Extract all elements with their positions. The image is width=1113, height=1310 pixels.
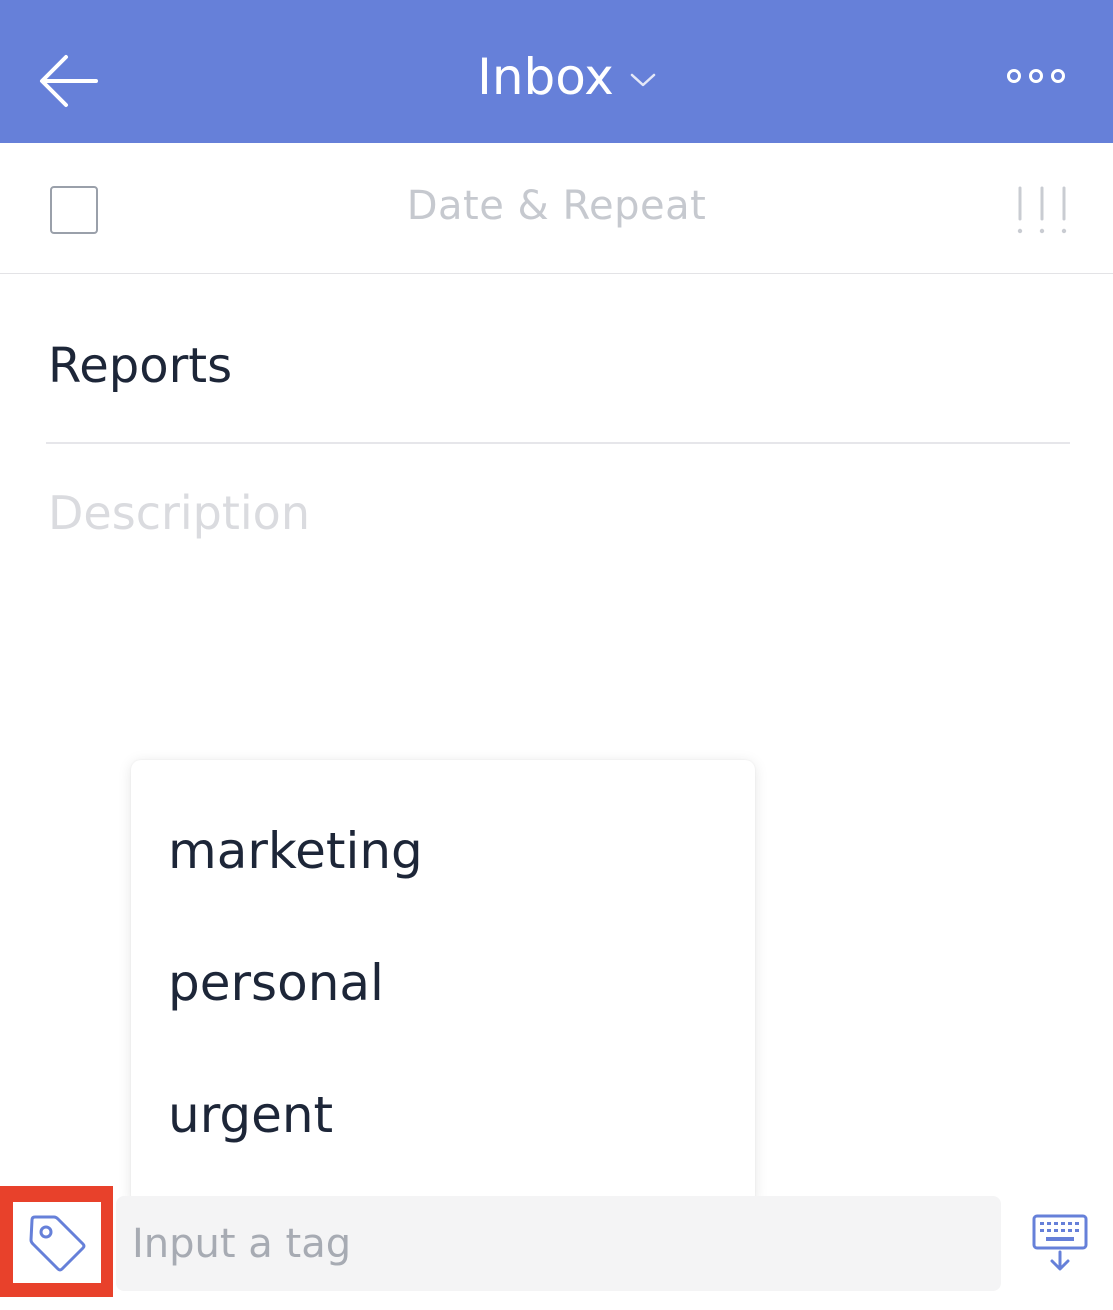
list-selector[interactable]: Inbox xyxy=(0,44,1113,110)
title-divider xyxy=(46,442,1070,444)
chevron-down-icon xyxy=(630,73,656,87)
description-field[interactable]: Description xyxy=(48,486,310,540)
page-title: Inbox xyxy=(477,48,614,106)
hide-keyboard-button[interactable] xyxy=(1032,1214,1088,1272)
keyboard-hide-icon xyxy=(1032,1214,1088,1271)
tag-suggestion-personal[interactable]: personal xyxy=(168,954,384,1012)
top-bar: Inbox xyxy=(0,0,1113,143)
tag-suggestion-urgent[interactable]: urgent xyxy=(168,1086,333,1144)
date-repeat-label[interactable]: Date & Repeat xyxy=(0,183,1113,229)
priority-icon xyxy=(1017,186,1067,234)
tag-button[interactable] xyxy=(0,1186,113,1297)
tag-button-inner xyxy=(13,1202,101,1283)
tag-suggestions-dropdown: marketing personal urgent xyxy=(131,760,755,1205)
task-editor-screen: Inbox Date & Repeat Reports Description … xyxy=(0,0,1113,1310)
tag-input[interactable] xyxy=(116,1196,1001,1291)
more-dots-icon xyxy=(1007,69,1065,83)
more-options-button[interactable] xyxy=(1000,58,1072,94)
tag-suggestion-marketing[interactable]: marketing xyxy=(168,822,423,880)
priority-button[interactable] xyxy=(1010,185,1074,237)
task-title-field[interactable]: Reports xyxy=(48,338,232,394)
tag-icon xyxy=(29,1215,86,1271)
date-repeat-row: Date & Repeat xyxy=(0,143,1113,274)
